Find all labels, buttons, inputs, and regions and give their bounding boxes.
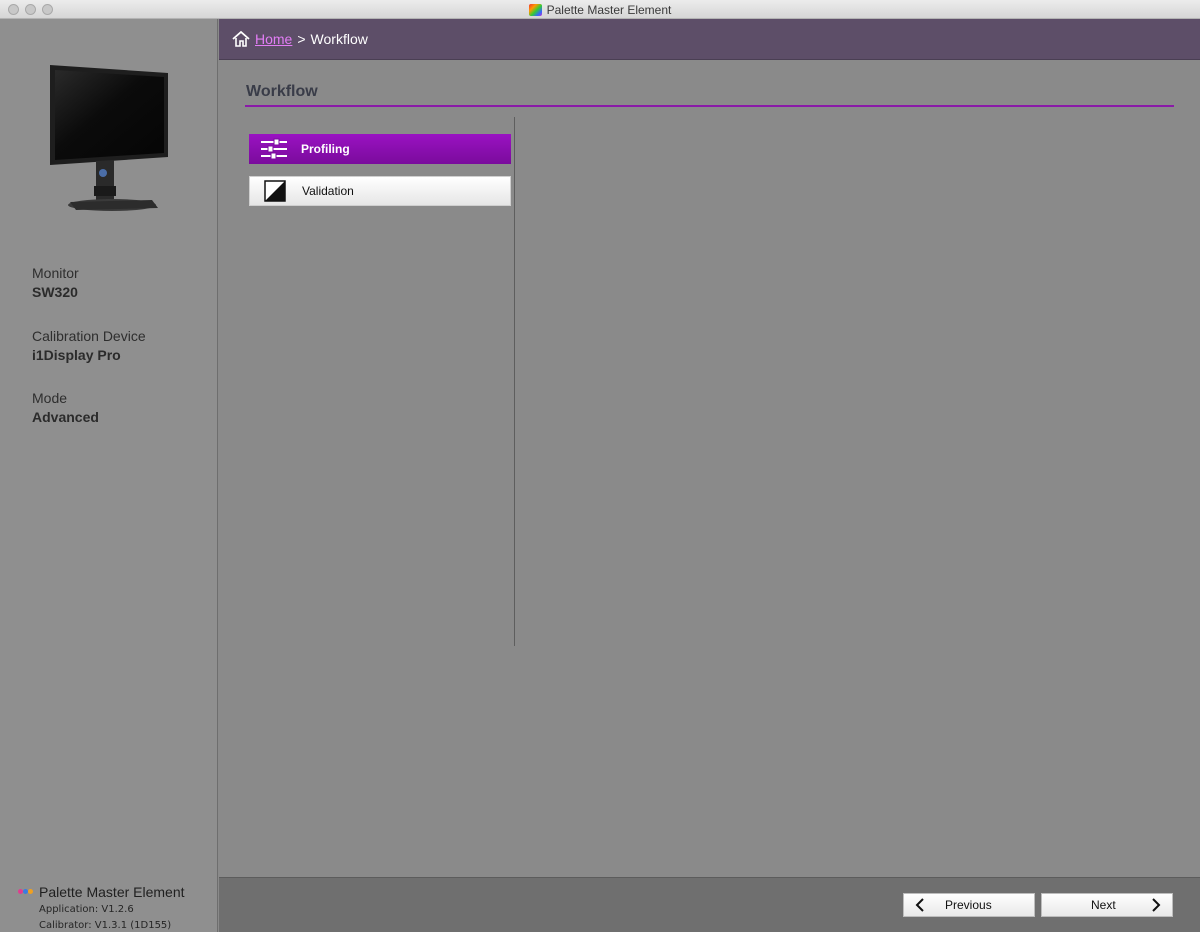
column-divider: [514, 117, 515, 646]
next-button-label: Next: [1091, 898, 1116, 912]
previous-button[interactable]: Previous: [903, 893, 1035, 917]
footer-bar: Previous Next: [219, 877, 1200, 932]
mode-label: Mode: [32, 390, 68, 406]
next-button[interactable]: Next: [1041, 893, 1173, 917]
workflow-item-label: Validation: [302, 184, 354, 198]
window-titlebar: Palette Master Element: [0, 0, 1200, 19]
calibrator-version: Calibrator: V1.3.1 (1D155): [39, 920, 172, 931]
workflow-item-validation[interactable]: Validation: [249, 176, 511, 206]
monitor-icon: [50, 65, 168, 211]
window-title: Palette Master Element: [546, 2, 672, 17]
page-title: Workflow: [246, 83, 318, 100]
mode-info: Mode Advanced: [32, 390, 99, 425]
title-divider: [245, 105, 1174, 107]
mode-value: Advanced: [32, 409, 99, 425]
application-version: Application: V1.2.6: [39, 904, 134, 915]
brand-logo-icon: [18, 888, 33, 896]
monitor-value: SW320: [32, 284, 78, 300]
breadcrumb-current: Workflow: [310, 31, 368, 47]
breadcrumb-separator: >: [297, 31, 306, 47]
brand-name: Palette Master Element: [39, 884, 185, 900]
window-title-group: Palette Master Element: [0, 0, 1200, 19]
validation-icon: [261, 180, 289, 202]
calibration-device-value: i1Display Pro: [32, 347, 121, 363]
app-icon: [528, 3, 542, 16]
home-icon[interactable]: [232, 31, 250, 47]
calibration-device-label: Calibration Device: [32, 328, 146, 344]
breadcrumb-home-link[interactable]: Home: [255, 31, 292, 47]
monitor-label: Monitor: [32, 265, 79, 281]
sidebar: Monitor SW320 Calibration Device i1Displ…: [0, 19, 218, 932]
monitor-info: Monitor SW320: [32, 265, 79, 300]
brand-block: Palette Master Element Application: V1.2…: [18, 884, 185, 931]
chevron-right-icon: [1152, 898, 1161, 912]
profiling-sliders-icon: [260, 138, 288, 160]
main-content: Workflow Profiling Validation: [219, 60, 1200, 877]
calibration-device-info: Calibration Device i1Display Pro: [32, 328, 146, 363]
previous-button-label: Previous: [945, 898, 992, 912]
workflow-item-profiling[interactable]: Profiling: [249, 134, 511, 164]
workflow-item-label: Profiling: [301, 142, 350, 156]
breadcrumb: Home > Workflow: [219, 19, 1200, 60]
chevron-left-icon: [915, 898, 924, 912]
